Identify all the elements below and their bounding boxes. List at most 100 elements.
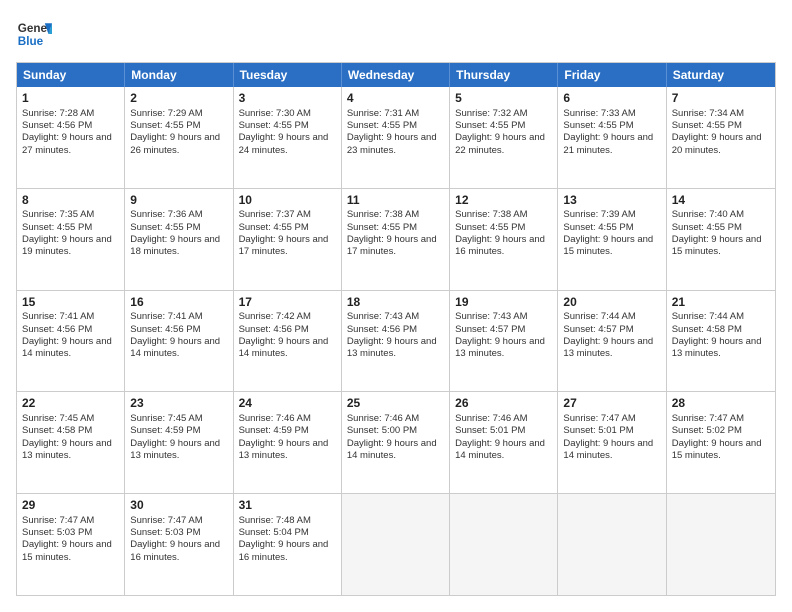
sunset-label: Sunset: 4:55 PM [130,120,200,131]
calendar-cell: 25Sunrise: 7:46 AMSunset: 5:00 PMDayligh… [342,392,450,493]
day-number: 28 [672,396,770,412]
daylight-label: Daylight: 9 hours and 17 minutes. [239,234,329,257]
daylight-label: Daylight: 9 hours and 17 minutes. [347,234,437,257]
calendar-row: 1Sunrise: 7:28 AMSunset: 4:56 PMDaylight… [17,87,775,188]
daylight-label: Daylight: 9 hours and 13 minutes. [22,438,112,461]
calendar-cell: 7Sunrise: 7:34 AMSunset: 4:55 PMDaylight… [667,87,775,188]
sunset-label: Sunset: 4:56 PM [130,324,200,335]
calendar-cell: 3Sunrise: 7:30 AMSunset: 4:55 PMDaylight… [234,87,342,188]
logo-icon: General Blue [16,16,52,52]
sunset-label: Sunset: 4:58 PM [22,425,92,436]
sunset-label: Sunset: 4:56 PM [347,324,417,335]
sunrise-label: Sunrise: 7:28 AM [22,108,94,119]
day-header-friday: Friday [558,63,666,87]
calendar-cell: 30Sunrise: 7:47 AMSunset: 5:03 PMDayligh… [125,494,233,595]
sunrise-label: Sunrise: 7:30 AM [239,108,311,119]
day-number: 16 [130,295,227,311]
sunset-label: Sunset: 4:55 PM [130,222,200,233]
sunset-label: Sunset: 4:59 PM [130,425,200,436]
daylight-label: Daylight: 9 hours and 13 minutes. [672,336,762,359]
sunset-label: Sunset: 4:56 PM [22,324,92,335]
daylight-label: Daylight: 9 hours and 19 minutes. [22,234,112,257]
calendar-cell [450,494,558,595]
calendar-cell: 16Sunrise: 7:41 AM Sunset: 4:56 PMDayligh… [125,291,233,392]
day-number: 3 [239,91,336,107]
daylight-label: Daylight: 9 hours and 14 minutes. [239,336,329,359]
sunset-label: Sunset: 5:03 PM [130,527,200,538]
sunrise-label: Sunrise: 7:46 AM [455,413,527,424]
day-number: 6 [563,91,660,107]
day-number: 24 [239,396,336,412]
sunset-label: Sunset: 4:58 PM [672,324,742,335]
calendar-row: 8Sunrise: 7:35 AMSunset: 4:55 PMDaylight… [17,188,775,290]
day-number: 15 [22,295,119,311]
sunrise-label: Sunrise: 7:45 AM [130,413,202,424]
calendar-cell: 11Sunrise: 7:38 AMSunset: 4:55 PMDayligh… [342,189,450,290]
day-number: 22 [22,396,119,412]
calendar-cell: 21Sunrise: 7:44 AM Sunset: 4:58 PMDayligh… [667,291,775,392]
calendar: SundayMondayTuesdayWednesdayThursdayFrid… [16,62,776,596]
day-header-thursday: Thursday [450,63,558,87]
sunset-label: Sunset: 4:55 PM [672,222,742,233]
sunset-label: Sunset: 5:01 PM [563,425,633,436]
day-number: 21 [672,295,770,311]
calendar-cell: 23Sunrise: 7:45 AMSunset: 4:59 PMDayligh… [125,392,233,493]
sunrise-label: Sunrise: 7:35 AM [22,209,94,220]
sunrise-label: Sunrise: 7:31 AM [347,108,419,119]
sunrise-label: Sunrise: 7:40 AM [672,209,744,220]
day-number: 26 [455,396,552,412]
calendar-cell: 6Sunrise: 7:33 AMSunset: 4:55 PMDaylight… [558,87,666,188]
day-header-wednesday: Wednesday [342,63,450,87]
day-number: 11 [347,193,444,209]
daylight-label: Daylight: 9 hours and 26 minutes. [130,132,220,155]
day-header-monday: Monday [125,63,233,87]
sunrise-label: Sunrise: 7:38 AM [347,209,419,220]
day-number: 5 [455,91,552,107]
daylight-label: Daylight: 9 hours and 22 minutes. [455,132,545,155]
day-header-sunday: Sunday [17,63,125,87]
calendar-cell: 28Sunrise: 7:47 AMSunset: 5:02 PMDayligh… [667,392,775,493]
sunset-label: Sunset: 4:55 PM [455,120,525,131]
sunrise-label: Sunrise: 7:43 AM [455,311,527,322]
daylight-label: Daylight: 9 hours and 24 minutes. [239,132,329,155]
sunrise-label: Sunrise: 7:41 AM [22,311,94,322]
daylight-label: Daylight: 9 hours and 16 minutes. [239,539,329,562]
calendar-cell: 14Sunrise: 7:40 AMSunset: 4:55 PMDayligh… [667,189,775,290]
calendar-cell: 20Sunrise: 7:44 AMSunset: 4:57 PMDayligh… [558,291,666,392]
sunrise-label: Sunrise: 7:41 AM [130,311,202,322]
calendar-cell: 4Sunrise: 7:31 AMSunset: 4:55 PMDaylight… [342,87,450,188]
daylight-label: Daylight: 9 hours and 18 minutes. [130,234,220,257]
sunrise-label: Sunrise: 7:43 AM [347,311,419,322]
sunrise-label: Sunrise: 7:47 AM [130,515,202,526]
daylight-label: Daylight: 9 hours and 21 minutes. [563,132,653,155]
sunrise-label: Sunrise: 7:44 AM [672,311,744,322]
calendar-cell: 1Sunrise: 7:28 AMSunset: 4:56 PMDaylight… [17,87,125,188]
sunrise-label: Sunrise: 7:45 AM [22,413,94,424]
day-header-saturday: Saturday [667,63,775,87]
daylight-label: Daylight: 9 hours and 20 minutes. [672,132,762,155]
calendar-cell: 27Sunrise: 7:47 AMSunset: 5:01 PMDayligh… [558,392,666,493]
day-number: 18 [347,295,444,311]
header: General Blue [16,16,776,52]
daylight-label: Daylight: 9 hours and 14 minutes. [130,336,220,359]
day-number: 12 [455,193,552,209]
daylight-label: Daylight: 9 hours and 14 minutes. [347,438,437,461]
day-number: 2 [130,91,227,107]
day-number: 25 [347,396,444,412]
calendar-cell [667,494,775,595]
sunrise-label: Sunrise: 7:42 AM [239,311,311,322]
calendar-cell: 10Sunrise: 7:37 AMSunset: 4:55 PMDayligh… [234,189,342,290]
sunrise-label: Sunrise: 7:39 AM [563,209,635,220]
day-number: 9 [130,193,227,209]
sunset-label: Sunset: 4:57 PM [455,324,525,335]
sunset-label: Sunset: 5:03 PM [22,527,92,538]
sunset-label: Sunset: 5:01 PM [455,425,525,436]
day-number: 23 [130,396,227,412]
daylight-label: Daylight: 9 hours and 13 minutes. [347,336,437,359]
daylight-label: Daylight: 9 hours and 15 minutes. [672,438,762,461]
calendar-cell [342,494,450,595]
sunset-label: Sunset: 4:56 PM [239,324,309,335]
sunrise-label: Sunrise: 7:33 AM [563,108,635,119]
day-number: 27 [563,396,660,412]
day-number: 30 [130,498,227,514]
